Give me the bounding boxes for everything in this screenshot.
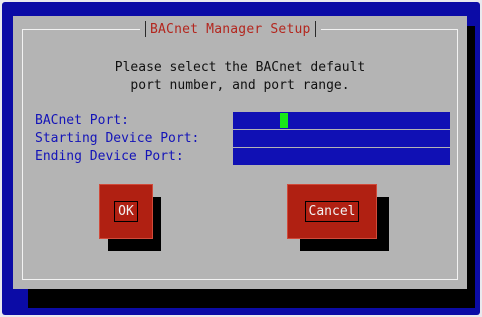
text-cursor [280,113,288,128]
starting-device-port-label: Starting Device Port: [35,131,200,146]
dialog-title-box: BACnet Manager Setup [140,20,321,38]
title-left-bar [145,21,146,37]
setup-dialog: BACnet Manager Setup Please select the B… [13,16,467,289]
ending-device-port-input[interactable]: 47808 [233,148,450,165]
dialog-title: BACnet Manager Setup [150,21,311,37]
ending-device-port-label: Ending Device Port: [35,149,184,164]
ok-button-label: OK [114,201,138,222]
cancel-button[interactable]: Cancel [287,184,377,239]
message-line-2: port number, and port range. [130,78,350,93]
dialog-message: Please select the BACnet default port nu… [13,59,467,95]
ok-button[interactable]: OK [99,184,153,239]
starting-device-port-input[interactable]: 47808 [233,130,450,147]
cancel-button-label: Cancel [304,201,360,222]
bacnet-port-input[interactable]: 47808 [233,112,450,129]
bacnet-port-label: BACnet Port: [35,113,129,128]
title-right-bar [314,21,316,37]
message-line-1: Please select the BACnet default [114,60,366,75]
